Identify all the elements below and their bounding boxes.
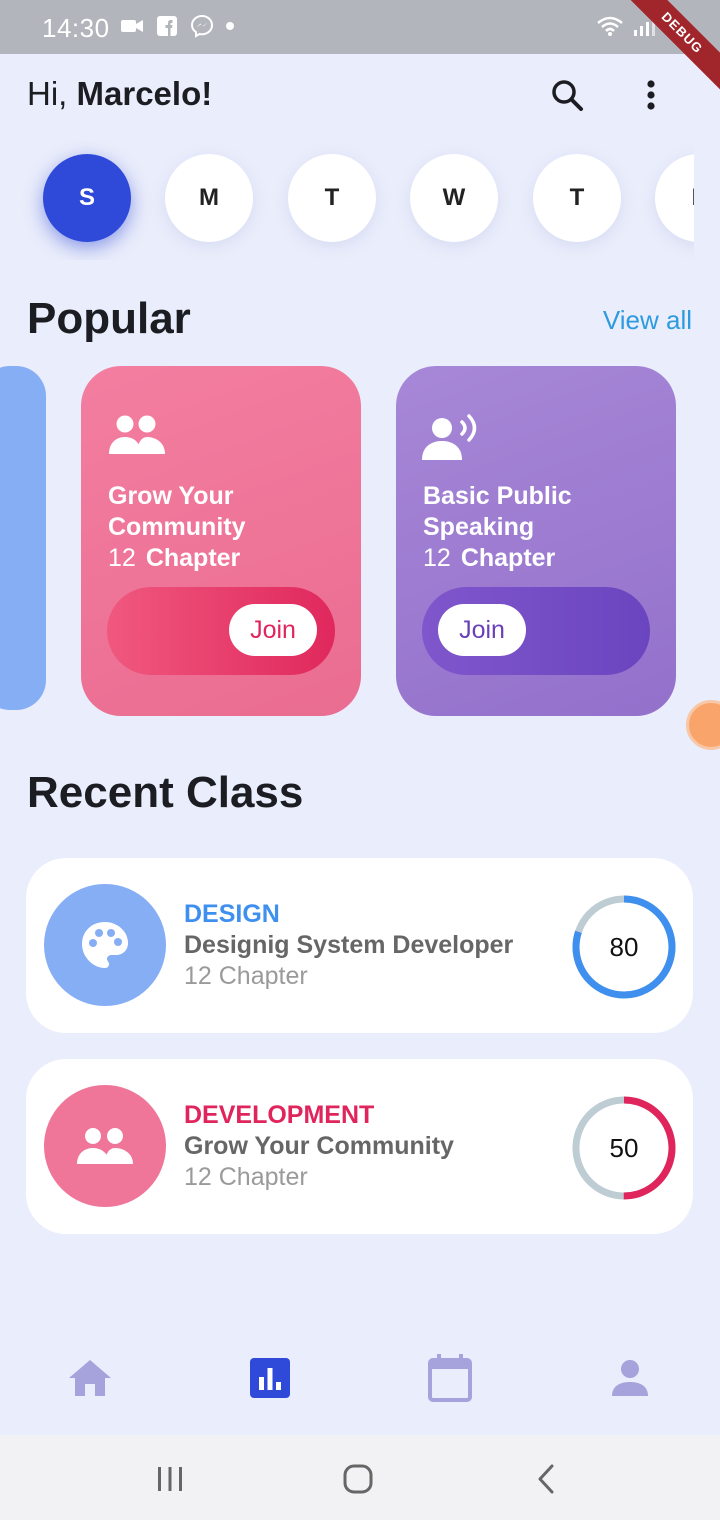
system-navigation-bar <box>0 1435 720 1520</box>
nav-calendar[interactable] <box>422 1350 478 1406</box>
join-slider[interactable]: Join <box>107 587 335 675</box>
class-name: Designig System Developer <box>184 931 514 959</box>
day-thursday[interactable]: T <box>533 154 621 242</box>
stats-icon <box>250 1358 290 1398</box>
day-friday[interactable]: F <box>655 154 694 242</box>
day-selector: S M T W T F <box>0 140 694 260</box>
class-avatar <box>44 884 166 1006</box>
home-icon <box>69 1360 111 1396</box>
search-icon <box>552 80 583 111</box>
back-icon <box>538 1464 554 1494</box>
day-sunday[interactable]: S <box>43 154 131 242</box>
calendar-icon <box>428 1354 472 1402</box>
popular-card-partial[interactable] <box>0 366 46 710</box>
class-category: DESIGN <box>184 900 280 928</box>
popular-card-grow-community[interactable]: Grow Your Community 12 Chapter Join <box>81 366 361 716</box>
class-avatar <box>44 1085 166 1207</box>
nav-stats[interactable] <box>242 1350 298 1406</box>
chapter-label: Chapter <box>145 544 241 572</box>
day-tuesday[interactable]: T <box>288 154 376 242</box>
progress-value: 50 <box>609 1132 639 1163</box>
class-name: Grow Your Community <box>184 1132 454 1160</box>
join-button[interactable]: Join <box>229 604 317 656</box>
class-category: DEVELOPMENT <box>184 1101 375 1129</box>
search-button[interactable] <box>545 73 589 117</box>
profile-icon <box>612 1360 648 1396</box>
group-icon <box>109 415 165 454</box>
join-button[interactable]: Join <box>438 604 526 656</box>
status-bar: 14:30 DEBUG <box>0 0 720 99</box>
view-all-link[interactable]: View all <box>603 305 692 336</box>
class-chapter: 12 Chapter <box>184 1163 308 1191</box>
chapter-count: 12 <box>108 544 136 572</box>
home-circle-icon <box>343 1464 373 1494</box>
popular-card-public-speaking[interactable]: Basic Public Speaking 12 Chapter Join <box>396 366 676 716</box>
home-button[interactable] <box>336 1457 380 1501</box>
recent-class-item[interactable]: DEVELOPMENT Grow Your Community 12 Chapt… <box>26 1059 693 1234</box>
more-vert-icon <box>647 80 655 110</box>
card-chapter: 12 Chapter <box>423 544 555 573</box>
group-icon <box>77 1128 133 1164</box>
progress-value: 80 <box>609 931 639 962</box>
facebook-icon <box>157 16 177 36</box>
card-chapter: 12 Chapter <box>108 544 240 573</box>
nav-home[interactable] <box>62 1350 118 1406</box>
chapter-count: 12 <box>423 544 451 572</box>
back-button[interactable] <box>524 1457 568 1501</box>
card-title: Grow Your Community <box>108 482 246 541</box>
messenger-icon <box>190 14 214 38</box>
recent-class-title: Recent Class <box>27 768 304 817</box>
status-time: 14:30 <box>42 13 110 43</box>
day-wednesday[interactable]: W <box>410 154 498 242</box>
user-name: Marcelo! <box>76 75 213 112</box>
more-options-button[interactable] <box>629 73 673 117</box>
recents-button[interactable] <box>148 1457 192 1501</box>
class-chapter: 12 Chapter <box>184 962 308 990</box>
day-monday[interactable]: M <box>165 154 253 242</box>
palette-icon <box>82 922 128 968</box>
chapter-label: Chapter <box>460 544 556 572</box>
speaker-icon <box>422 414 477 460</box>
dot-icon <box>226 22 234 30</box>
greeting-prefix: Hi, <box>27 75 68 112</box>
popular-title: Popular <box>27 294 191 343</box>
greeting: Hi, Marcelo! <box>27 75 212 113</box>
recents-icon <box>158 1467 182 1491</box>
video-icon <box>121 20 143 32</box>
notification-icons <box>120 14 234 38</box>
floating-video-bubble[interactable] <box>686 700 720 750</box>
card-title: Basic Public Speaking <box>423 482 572 541</box>
recent-class-item[interactable]: DESIGN Designig System Developer 12 Chap… <box>26 858 693 1033</box>
wifi-icon <box>597 16 623 36</box>
nav-profile[interactable] <box>602 1350 658 1406</box>
join-slider[interactable]: Join <box>422 587 650 675</box>
